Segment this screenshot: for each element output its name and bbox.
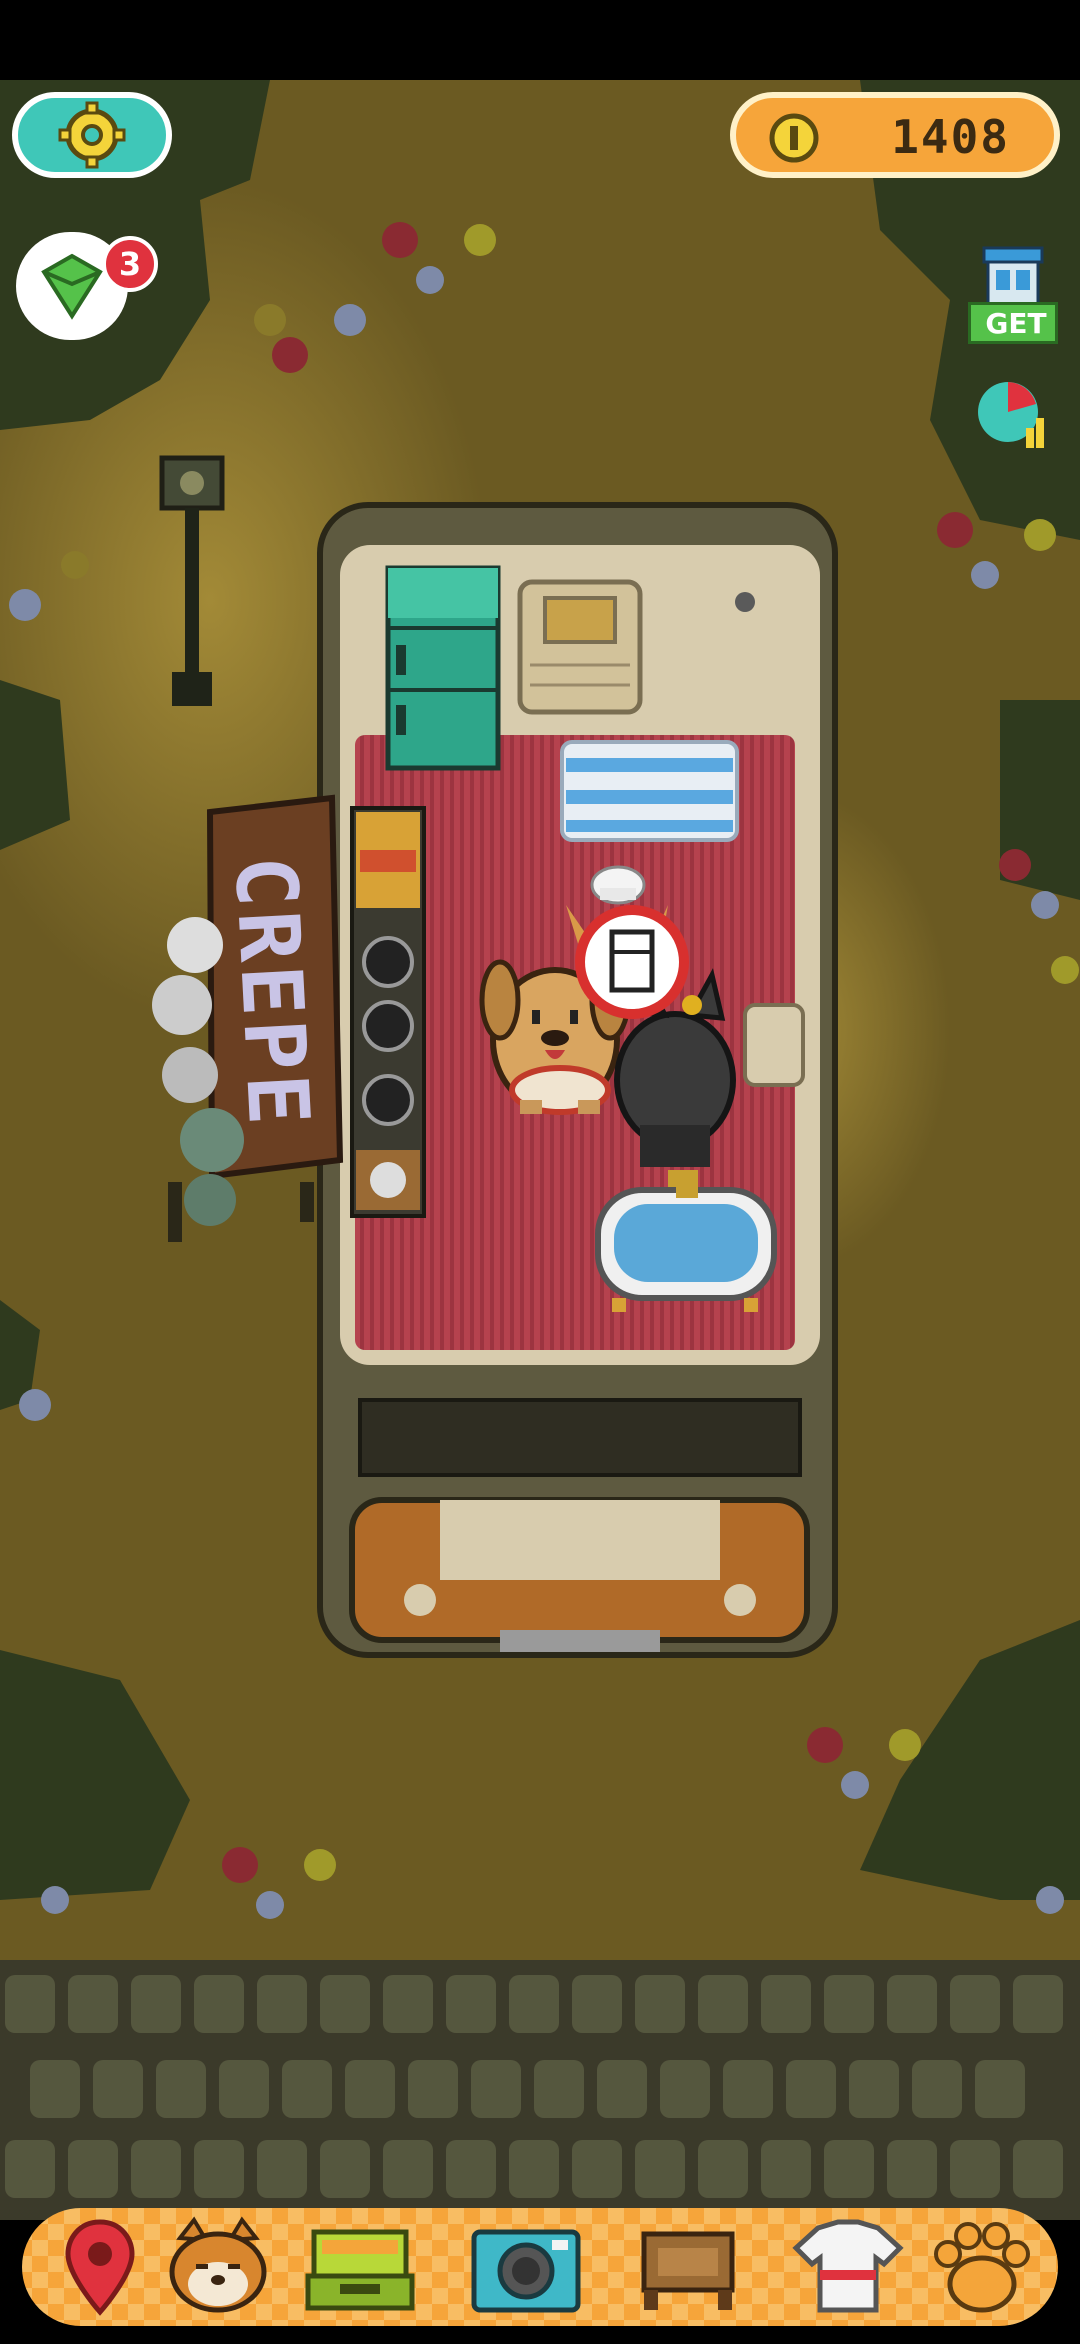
- nav-map-button[interactable]: [40, 2214, 160, 2318]
- nav-paw-button[interactable]: [922, 2214, 1042, 2318]
- shop-stand-icon: [982, 246, 1044, 306]
- blue-striped-towel[interactable]: [560, 740, 739, 842]
- crepe-sign-label-box: CREPE: [188, 808, 357, 1175]
- shirt-icon: [792, 2219, 904, 2313]
- crepe-sign-text: CREPE: [215, 853, 329, 1131]
- game-world: [0, 0, 1080, 2326]
- cash-register-icon: [305, 2229, 415, 2311]
- coin-counter: 1408: [730, 92, 1060, 178]
- stats-button[interactable]: [974, 378, 1050, 454]
- camera-icon: [471, 2229, 581, 2313]
- nav-clothing-button[interactable]: [788, 2214, 908, 2318]
- nav-pets-button[interactable]: [158, 2214, 278, 2318]
- settings-button[interactable]: [12, 92, 172, 178]
- nav-camera-button[interactable]: [466, 2214, 586, 2318]
- shiba-face-icon: [169, 2216, 267, 2313]
- notification-badge: 3: [102, 236, 158, 292]
- truck-seat[interactable]: [517, 579, 643, 715]
- coin-icon: [769, 113, 819, 163]
- nav-furniture-button[interactable]: [628, 2214, 748, 2318]
- furniture-chair-icon: [641, 2231, 735, 2310]
- notification-count: 3: [118, 245, 142, 283]
- get-label-box: GET: [968, 302, 1058, 344]
- bathtub[interactable]: [595, 1170, 777, 1312]
- map-pin-icon: [65, 2219, 135, 2316]
- get-label: GET: [985, 307, 1047, 340]
- fridge-task-bubble[interactable]: [575, 905, 689, 1019]
- kitchen-counter[interactable]: [350, 806, 426, 1218]
- green-fridge[interactable]: [385, 565, 501, 771]
- coin-count: 1408: [891, 110, 1010, 164]
- paw-icon: [934, 2222, 1030, 2313]
- shop-get-button[interactable]: GET: [968, 244, 1058, 346]
- nav-register-button[interactable]: [300, 2214, 420, 2318]
- gem-icon: [41, 253, 103, 320]
- gear-icon: [58, 101, 126, 169]
- pie-chart-icon: [978, 382, 1044, 448]
- game-scene: CREPE 1408 3 GET: [0, 0, 1080, 2340]
